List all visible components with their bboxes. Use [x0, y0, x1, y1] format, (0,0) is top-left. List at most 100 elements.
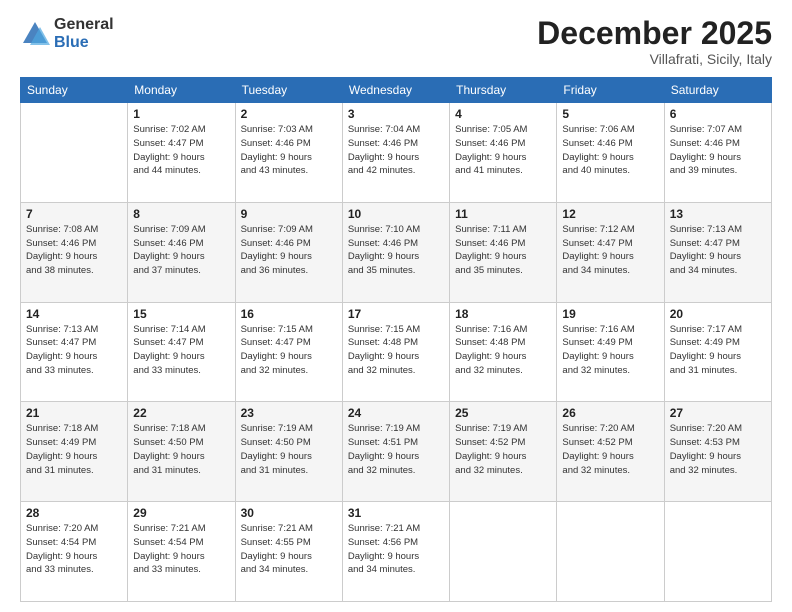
day-info: Sunrise: 7:18 AMSunset: 4:49 PMDaylight:… — [26, 422, 122, 477]
day-header-saturday: Saturday — [664, 78, 771, 103]
day-header-thursday: Thursday — [450, 78, 557, 103]
day-number: 29 — [133, 506, 229, 520]
day-info: Sunrise: 7:21 AMSunset: 4:56 PMDaylight:… — [348, 522, 444, 577]
day-number: 31 — [348, 506, 444, 520]
day-number: 18 — [455, 307, 551, 321]
week-row-3: 14Sunrise: 7:13 AMSunset: 4:47 PMDayligh… — [21, 302, 772, 402]
calendar-cell: 11 Sunrise: 7:11 AMSunset: 4:46 PMDayligh… — [450, 202, 557, 302]
day-header-wednesday: Wednesday — [342, 78, 449, 103]
day-info: Sunrise: 7:13 AMSunset: 4:47 PMDaylight:… — [670, 223, 766, 278]
day-number: 11 — [455, 207, 551, 221]
day-number: 12 — [562, 207, 658, 221]
calendar-cell: 7 Sunrise: 7:08 AMSunset: 4:46 PMDaylight… — [21, 202, 128, 302]
location: Villafrati, Sicily, Italy — [537, 51, 772, 67]
calendar-cell: 5 Sunrise: 7:06 AMSunset: 4:46 PMDaylight… — [557, 103, 664, 203]
week-row-5: 28 Sunrise: 7:20 AMSunset: 4:54 PMDayligh… — [21, 502, 772, 602]
day-info: Sunrise: 7:15 AMSunset: 4:47 PMDaylight:… — [241, 323, 337, 378]
calendar-cell: 3Sunrise: 7:04 AMSunset: 4:46 PMDaylight… — [342, 103, 449, 203]
calendar-cell: 20Sunrise: 7:17 AMSunset: 4:49 PMDayligh… — [664, 302, 771, 402]
calendar-cell: 15Sunrise: 7:14 AMSunset: 4:47 PMDayligh… — [128, 302, 235, 402]
calendar-cell: 30 Sunrise: 7:21 AMSunset: 4:55 PMDayligh… — [235, 502, 342, 602]
month-title: December 2025 — [537, 16, 772, 51]
calendar-cell: 9 Sunrise: 7:09 AMSunset: 4:46 PMDaylight… — [235, 202, 342, 302]
day-info: Sunrise: 7:08 AMSunset: 4:46 PMDaylight:… — [26, 223, 122, 278]
day-number: 28 — [26, 506, 122, 520]
calendar-header: SundayMondayTuesdayWednesdayThursdayFrid… — [21, 78, 772, 103]
day-header-sunday: Sunday — [21, 78, 128, 103]
day-number: 6 — [670, 107, 766, 121]
header: General Blue December 2025 Villafrati, S… — [20, 16, 772, 67]
day-info: Sunrise: 7:21 AMSunset: 4:55 PMDaylight:… — [241, 522, 337, 577]
page: General Blue December 2025 Villafrati, S… — [0, 0, 792, 612]
week-row-4: 21 Sunrise: 7:18 AMSunset: 4:49 PMDayligh… — [21, 402, 772, 502]
day-info: Sunrise: 7:19 AMSunset: 4:50 PMDaylight:… — [241, 422, 337, 477]
calendar-cell: 10Sunrise: 7:10 AMSunset: 4:46 PMDayligh… — [342, 202, 449, 302]
calendar-cell: 13 Sunrise: 7:13 AMSunset: 4:47 PMDayligh… — [664, 202, 771, 302]
day-number: 15 — [133, 307, 229, 321]
calendar-cell — [664, 502, 771, 602]
day-info: Sunrise: 7:15 AMSunset: 4:48 PMDaylight:… — [348, 323, 444, 378]
day-info: Sunrise: 7:20 AMSunset: 4:54 PMDaylight:… — [26, 522, 122, 577]
calendar-cell — [450, 502, 557, 602]
day-number: 30 — [241, 506, 337, 520]
calendar-cell: 24Sunrise: 7:19 AMSunset: 4:51 PMDayligh… — [342, 402, 449, 502]
day-info: Sunrise: 7:09 AMSunset: 4:46 PMDaylight:… — [133, 223, 229, 278]
day-info: Sunrise: 7:02 AMSunset: 4:47 PMDaylight:… — [133, 123, 229, 178]
day-info: Sunrise: 7:11 AMSunset: 4:46 PMDaylight:… — [455, 223, 551, 278]
calendar-cell: 14Sunrise: 7:13 AMSunset: 4:47 PMDayligh… — [21, 302, 128, 402]
calendar-cell: 23 Sunrise: 7:19 AMSunset: 4:50 PMDayligh… — [235, 402, 342, 502]
day-number: 21 — [26, 406, 122, 420]
day-number: 9 — [241, 207, 337, 221]
day-info: Sunrise: 7:06 AMSunset: 4:46 PMDaylight:… — [562, 123, 658, 178]
calendar-cell: 26 Sunrise: 7:20 AMSunset: 4:52 PMDayligh… — [557, 402, 664, 502]
calendar-cell: 21 Sunrise: 7:18 AMSunset: 4:49 PMDayligh… — [21, 402, 128, 502]
calendar-cell: 29Sunrise: 7:21 AMSunset: 4:54 PMDayligh… — [128, 502, 235, 602]
calendar-cell: 28 Sunrise: 7:20 AMSunset: 4:54 PMDayligh… — [21, 502, 128, 602]
day-info: Sunrise: 7:19 AMSunset: 4:52 PMDaylight:… — [455, 422, 551, 477]
calendar-cell: 31 Sunrise: 7:21 AMSunset: 4:56 PMDayligh… — [342, 502, 449, 602]
day-number: 26 — [562, 406, 658, 420]
day-info: Sunrise: 7:07 AMSunset: 4:46 PMDaylight:… — [670, 123, 766, 178]
calendar-cell: 27Sunrise: 7:20 AMSunset: 4:53 PMDayligh… — [664, 402, 771, 502]
day-info: Sunrise: 7:19 AMSunset: 4:51 PMDaylight:… — [348, 422, 444, 477]
logo-blue-text: Blue — [54, 34, 114, 52]
day-number: 17 — [348, 307, 444, 321]
days-of-week-row: SundayMondayTuesdayWednesdayThursdayFrid… — [21, 78, 772, 103]
calendar-table: SundayMondayTuesdayWednesdayThursdayFrid… — [20, 77, 772, 602]
calendar-cell: 18Sunrise: 7:16 AMSunset: 4:48 PMDayligh… — [450, 302, 557, 402]
calendar-cell: 22 Sunrise: 7:18 AMSunset: 4:50 PMDayligh… — [128, 402, 235, 502]
day-header-friday: Friday — [557, 78, 664, 103]
day-number: 23 — [241, 406, 337, 420]
logo-general-text: General — [54, 16, 114, 34]
calendar-cell — [557, 502, 664, 602]
week-row-1: 1Sunrise: 7:02 AMSunset: 4:47 PMDaylight… — [21, 103, 772, 203]
day-number: 3 — [348, 107, 444, 121]
day-info: Sunrise: 7:20 AMSunset: 4:52 PMDaylight:… — [562, 422, 658, 477]
day-number: 10 — [348, 207, 444, 221]
day-info: Sunrise: 7:03 AMSunset: 4:46 PMDaylight:… — [241, 123, 337, 178]
week-row-2: 7 Sunrise: 7:08 AMSunset: 4:46 PMDaylight… — [21, 202, 772, 302]
calendar-cell: 16 Sunrise: 7:15 AMSunset: 4:47 PMDayligh… — [235, 302, 342, 402]
calendar-cell: 17 Sunrise: 7:15 AMSunset: 4:48 PMDayligh… — [342, 302, 449, 402]
day-number: 7 — [26, 207, 122, 221]
day-info: Sunrise: 7:16 AMSunset: 4:49 PMDaylight:… — [562, 323, 658, 378]
day-number: 16 — [241, 307, 337, 321]
day-number: 5 — [562, 107, 658, 121]
day-number: 8 — [133, 207, 229, 221]
day-info: Sunrise: 7:18 AMSunset: 4:50 PMDaylight:… — [133, 422, 229, 477]
logo-icon — [20, 19, 50, 49]
day-number: 27 — [670, 406, 766, 420]
day-number: 19 — [562, 307, 658, 321]
calendar-cell: 1Sunrise: 7:02 AMSunset: 4:47 PMDaylight… — [128, 103, 235, 203]
day-info: Sunrise: 7:05 AMSunset: 4:46 PMDaylight:… — [455, 123, 551, 178]
day-info: Sunrise: 7:09 AMSunset: 4:46 PMDaylight:… — [241, 223, 337, 278]
calendar-cell: 6 Sunrise: 7:07 AMSunset: 4:46 PMDaylight… — [664, 103, 771, 203]
logo-text: General Blue — [54, 16, 114, 51]
calendar-cell: 25Sunrise: 7:19 AMSunset: 4:52 PMDayligh… — [450, 402, 557, 502]
day-number: 13 — [670, 207, 766, 221]
calendar-cell: 19 Sunrise: 7:16 AMSunset: 4:49 PMDayligh… — [557, 302, 664, 402]
day-info: Sunrise: 7:12 AMSunset: 4:47 PMDaylight:… — [562, 223, 658, 278]
calendar-cell: 8 Sunrise: 7:09 AMSunset: 4:46 PMDaylight… — [128, 202, 235, 302]
day-number: 22 — [133, 406, 229, 420]
calendar-cell — [21, 103, 128, 203]
